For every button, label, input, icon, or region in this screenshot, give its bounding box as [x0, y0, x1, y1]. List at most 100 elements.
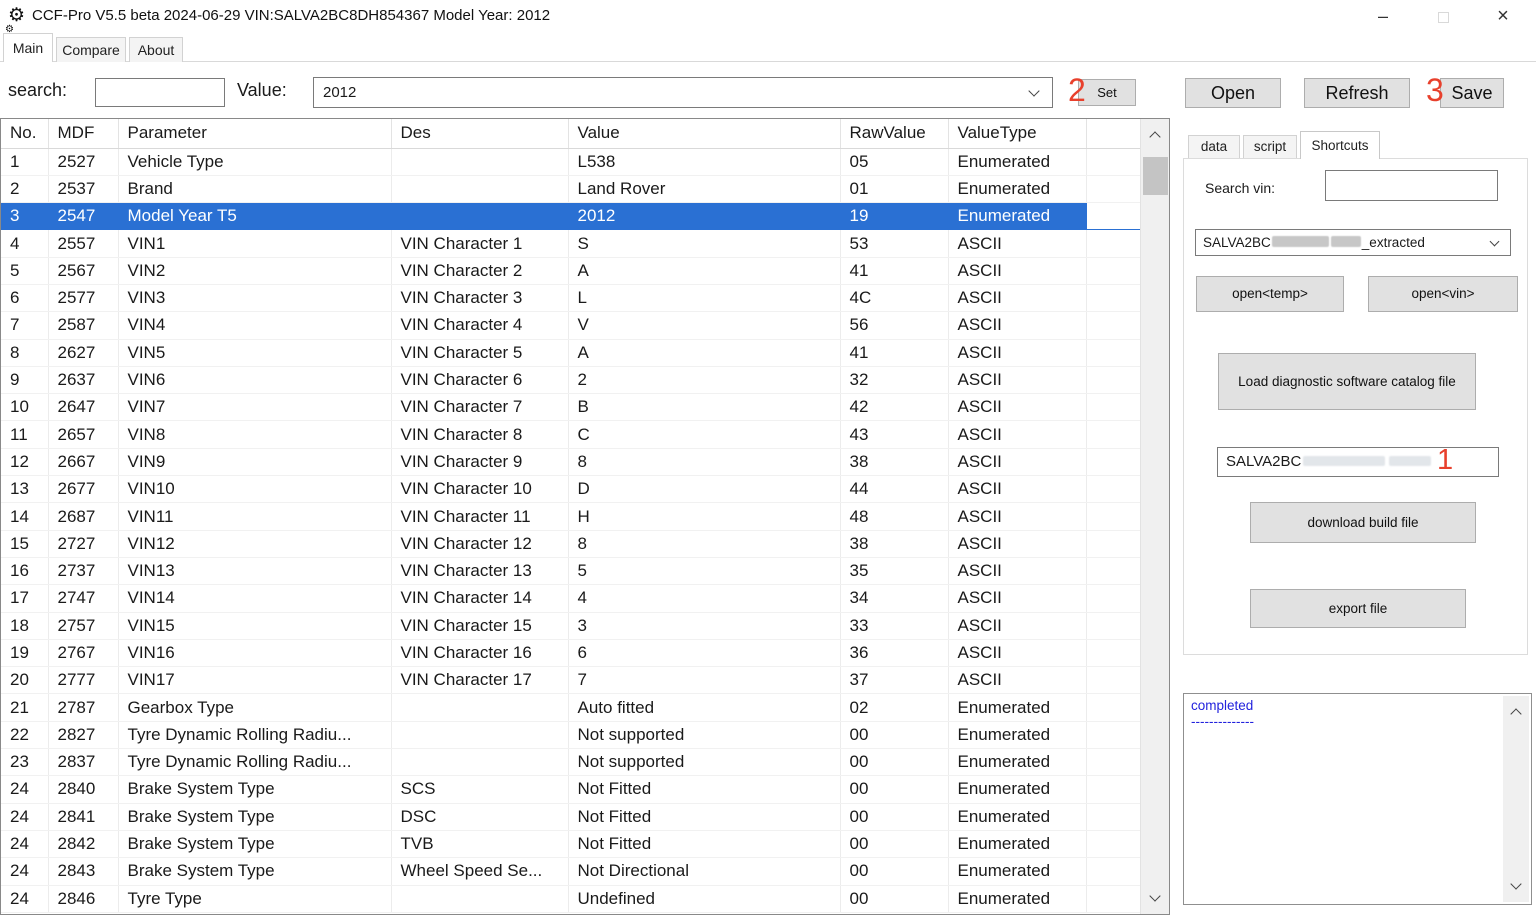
table-row[interactable]: 52567VIN2VIN Character 2A41ASCII — [1, 257, 1141, 284]
cell-des: VIN Character 6 — [391, 366, 568, 393]
tab-shortcuts[interactable]: Shortcuts — [1300, 131, 1380, 159]
chevron-up-icon — [1510, 708, 1521, 719]
table-row[interactable]: 242843Brake System TypeWheel Speed Se...… — [1, 858, 1141, 885]
vin-input[interactable]: SALVA2BC — [1217, 447, 1499, 477]
chevron-down-icon[interactable] — [1028, 85, 1039, 96]
cell-des: VIN Character 1 — [391, 230, 568, 257]
minimize-button[interactable]: – — [1360, 0, 1406, 32]
table-row[interactable]: 22537BrandLand Rover01Enumerated — [1, 175, 1141, 202]
table-row[interactable]: 232837Tyre Dynamic Rolling Radiu...Not s… — [1, 749, 1141, 776]
refresh-button[interactable]: Refresh — [1304, 78, 1410, 108]
table-row[interactable]: 242841Brake System TypeDSCNot Fitted00En… — [1, 803, 1141, 830]
param-table-body: 12527Vehicle TypeL53805Enumerated22537Br… — [1, 148, 1141, 912]
cell-parameter: VIN15 — [118, 612, 391, 639]
column-header[interactable]: No. — [1, 119, 48, 148]
cell-no: 12 — [1, 448, 48, 475]
cell-filler — [1086, 148, 1141, 175]
table-row[interactable]: 162737VIN13VIN Character 13535ASCII — [1, 557, 1141, 584]
load-catalog-button[interactable]: Load diagnostic software catalog file — [1218, 353, 1476, 410]
table-row[interactable]: 172747VIN14VIN Character 14434ASCII — [1, 585, 1141, 612]
table-row[interactable]: 112657VIN8VIN Character 8C43ASCII — [1, 421, 1141, 448]
table-row[interactable]: 242842Brake System TypeTVBNot Fitted00En… — [1, 830, 1141, 857]
cell-filler — [1086, 639, 1141, 666]
column-header[interactable]: MDF — [48, 119, 118, 148]
table-row[interactable]: 102647VIN7VIN Character 7B42ASCII — [1, 394, 1141, 421]
search-vin-input[interactable] — [1325, 170, 1498, 201]
table-row[interactable]: 222827Tyre Dynamic Rolling Radiu...Not s… — [1, 721, 1141, 748]
open-button[interactable]: Open — [1185, 78, 1281, 108]
table-row[interactable]: 62577VIN3VIN Character 3L4CASCII — [1, 284, 1141, 311]
column-header-filler — [1086, 119, 1141, 148]
column-header[interactable]: ValueType — [948, 119, 1086, 148]
open-vin-button[interactable]: open<vin> — [1368, 276, 1518, 312]
column-header[interactable]: RawValue — [840, 119, 948, 148]
cell-parameter: Model Year T5 — [118, 203, 391, 230]
cell-no: 20 — [1, 667, 48, 694]
column-header[interactable]: Value — [568, 119, 840, 148]
cell-value: Not Fitted — [568, 830, 840, 857]
chevron-down-icon[interactable] — [1490, 237, 1500, 247]
cell-no: 9 — [1, 366, 48, 393]
table-row[interactable]: 242846Tyre TypeUndefined00Enumerated — [1, 885, 1141, 912]
cell-mdf: 2843 — [48, 858, 118, 885]
cell-parameter: VIN17 — [118, 667, 391, 694]
download-build-file-button[interactable]: download build file — [1250, 502, 1476, 543]
log-scrollbar[interactable] — [1503, 696, 1529, 902]
cell-filler — [1086, 830, 1141, 857]
maximize-button[interactable] — [1420, 0, 1466, 32]
table-row[interactable]: 242840Brake System TypeSCSNot Fitted00En… — [1, 776, 1141, 803]
value-combobox[interactable]: 2012 — [313, 77, 1053, 108]
column-header[interactable]: Parameter — [118, 119, 391, 148]
cell-type: Enumerated — [948, 776, 1086, 803]
column-header[interactable]: Des — [391, 119, 568, 148]
table-row[interactable]: 202777VIN17VIN Character 17737ASCII — [1, 667, 1141, 694]
table-row[interactable]: 132677VIN10VIN Character 10D44ASCII — [1, 476, 1141, 503]
log-line: completed — [1191, 698, 1254, 714]
table-row[interactable]: 142687VIN11VIN Character 11H48ASCII — [1, 503, 1141, 530]
table-row[interactable]: 92637VIN6VIN Character 6232ASCII — [1, 366, 1141, 393]
vin-file-dropdown[interactable]: SALVA2BC_extracted — [1195, 229, 1511, 256]
tab-script[interactable]: script — [1243, 135, 1297, 158]
open-temp-button[interactable]: open<temp> — [1196, 276, 1344, 312]
table-row[interactable]: 42557VIN1VIN Character 1S53ASCII — [1, 230, 1141, 257]
table-row[interactable]: 122667VIN9VIN Character 9838ASCII — [1, 448, 1141, 475]
tab-data[interactable]: data — [1188, 135, 1240, 158]
cell-filler — [1086, 585, 1141, 612]
table-row[interactable]: 32547Model Year T5201219Enumerated — [1, 203, 1141, 230]
cell-value: L538 — [568, 148, 840, 175]
cell-mdf: 2657 — [48, 421, 118, 448]
scroll-up-button[interactable] — [1141, 119, 1170, 151]
table-row[interactable]: 182757VIN15VIN Character 15333ASCII — [1, 612, 1141, 639]
cell-des — [391, 694, 568, 721]
cell-value: Not Fitted — [568, 803, 840, 830]
cell-no: 2 — [1, 175, 48, 202]
redacted-text — [1303, 456, 1385, 466]
tab-compare[interactable]: Compare — [56, 37, 126, 62]
table-row[interactable]: 72587VIN4VIN Character 4V56ASCII — [1, 312, 1141, 339]
search-input[interactable] — [95, 78, 225, 107]
cell-no: 11 — [1, 421, 48, 448]
cell-des: Wheel Speed Se... — [391, 858, 568, 885]
tab-main[interactable]: Main — [3, 33, 53, 62]
table-row[interactable]: 212787Gearbox TypeAuto fitted02Enumerate… — [1, 694, 1141, 721]
table-scrollbar[interactable] — [1140, 119, 1169, 914]
cell-parameter: VIN2 — [118, 257, 391, 284]
scroll-down-button[interactable] — [1141, 882, 1170, 914]
value-label: Value: — [237, 80, 287, 101]
set-button[interactable]: Set — [1078, 79, 1136, 106]
scrollbar-thumb[interactable] — [1143, 157, 1168, 195]
close-button[interactable]: × — [1480, 0, 1526, 32]
param-table: No.MDFParameterDesValueRawValueValueType… — [1, 119, 1141, 913]
cell-type: ASCII — [948, 503, 1086, 530]
search-label: search: — [8, 80, 67, 101]
table-row[interactable]: 152727VIN12VIN Character 12838ASCII — [1, 530, 1141, 557]
tab-about[interactable]: About — [129, 37, 183, 62]
cell-des — [391, 148, 568, 175]
cell-no: 24 — [1, 885, 48, 912]
table-row[interactable]: 192767VIN16VIN Character 16636ASCII — [1, 639, 1141, 666]
save-button[interactable]: Save — [1440, 78, 1504, 108]
table-row[interactable]: 82627VIN5VIN Character 5A41ASCII — [1, 339, 1141, 366]
cell-des — [391, 749, 568, 776]
table-row[interactable]: 12527Vehicle TypeL53805Enumerated — [1, 148, 1141, 175]
export-file-button[interactable]: export file — [1250, 589, 1466, 628]
